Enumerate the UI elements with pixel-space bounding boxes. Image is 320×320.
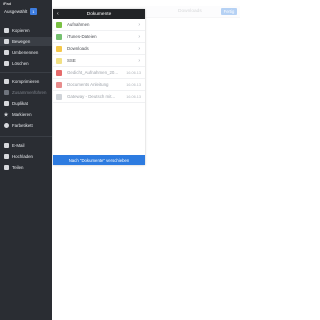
folder-icon — [56, 45, 62, 52]
file-icon — [56, 69, 62, 76]
tag-icon — [0, 123, 12, 128]
file-date: 16.06.13 — [126, 95, 141, 99]
folder-icon — [56, 21, 62, 28]
device-label: iPad — [3, 1, 12, 6]
sidebar-item-label: Kopieren — [12, 28, 30, 33]
list-item-label: iTunes-Dateien — [67, 34, 97, 39]
list-item-label: Gateway - Deutsch mit... — [67, 94, 116, 99]
list-item[interactable]: iTunes-Dateien › — [53, 31, 145, 43]
sidebar-item-farbetikett[interactable]: Farbetikett — [0, 121, 52, 130]
sidebar-item-label: E-Mail — [12, 143, 25, 148]
sidebar-item-bewegen[interactable]: Bewegen — [0, 37, 52, 46]
list-item: Gedicht_Aufnahmen_20... 16.06.13 — [53, 67, 145, 79]
sidebar-item-teilen[interactable]: Teilen — [0, 163, 52, 172]
file-icon — [56, 93, 62, 100]
sidebar-header: Ausgewählt 1 — [4, 7, 37, 15]
move-destination-panel: ‹ Dokumente Aufnahmen › iTunes-Dateien ›… — [53, 9, 145, 165]
list-item[interactable]: SSE › — [53, 55, 145, 67]
sidebar-item-komprimieren[interactable]: Komprimieren — [0, 77, 52, 86]
file-date: 16.06.13 — [126, 83, 141, 87]
mail-icon — [0, 143, 12, 148]
upload-icon — [0, 154, 12, 159]
sidebar-item-label: Bewegen — [12, 39, 31, 44]
list-item-label: Documents Anleitung — [67, 82, 109, 87]
star-icon — [0, 112, 12, 117]
sidebar-item-loeschen[interactable]: Löschen — [0, 59, 52, 68]
list-item-label: Gedicht_Aufnahmen_20... — [67, 70, 119, 75]
destination-list: Aufnahmen › iTunes-Dateien › Downloads ›… — [53, 19, 145, 103]
selection-count-badge: 1 — [30, 7, 37, 15]
chevron-right-icon: › — [138, 22, 140, 28]
sidebar-item-hochladen[interactable]: Hochladen — [0, 152, 52, 161]
trash-icon — [0, 61, 12, 66]
move-icon — [0, 39, 12, 44]
sidebar-item-label: Farbetikett — [12, 123, 33, 128]
list-item-label: Aufnahmen — [67, 22, 90, 27]
back-icon[interactable]: ‹ — [57, 11, 59, 17]
list-item[interactable]: Aufnahmen › — [53, 19, 145, 31]
sidebar-item-label: Komprimieren — [12, 79, 40, 84]
panel-header: ‹ Dokumente — [53, 9, 145, 19]
panel-title: Dokumente — [86, 11, 112, 17]
sidebar-divider — [0, 136, 52, 137]
sidebar-item-label: Teilen — [12, 165, 24, 170]
folder-icon — [56, 33, 62, 40]
sidebar: Ausgewählt 1 Kopieren Bewegen Umbenennen… — [0, 0, 52, 320]
folder-icon — [56, 57, 62, 64]
sidebar-item-label: Umbenennen — [12, 50, 39, 55]
chevron-right-icon: › — [138, 34, 140, 40]
compress-icon — [0, 79, 12, 84]
list-item: Documents Anleitung 16.06.13 — [53, 79, 145, 91]
sidebar-item-label: Duplikat — [12, 101, 28, 106]
sidebar-item-label: Markieren — [12, 112, 32, 117]
sidebar-item-umbenennen[interactable]: Umbenennen — [0, 48, 52, 57]
sidebar-item-kopieren[interactable]: Kopieren — [0, 26, 52, 35]
sidebar-item-email[interactable]: E-Mail — [0, 141, 52, 150]
sidebar-item-label: Löschen — [12, 61, 29, 66]
sidebar-item-zusammenfuehren[interactable]: Zusammenführen — [0, 88, 52, 97]
copy-icon — [0, 28, 12, 33]
share-icon — [0, 165, 12, 170]
file-date: 16.06.13 — [126, 71, 141, 75]
sidebar-title: Ausgewählt — [4, 8, 28, 14]
chevron-right-icon: › — [138, 46, 140, 52]
list-item: Gateway - Deutsch mit... 16.06.13 — [53, 91, 145, 103]
sidebar-item-label: Hochladen — [12, 154, 33, 159]
duplicate-icon — [0, 101, 12, 106]
file-icon — [56, 81, 62, 88]
list-item-label: SSE — [67, 58, 76, 63]
sidebar-item-label: Zusammenführen — [12, 90, 47, 95]
merge-icon — [0, 90, 12, 95]
rename-icon — [0, 50, 12, 55]
list-item-label: Downloads — [67, 46, 89, 51]
sidebar-divider — [0, 72, 52, 73]
list-item[interactable]: Downloads › — [53, 43, 145, 55]
sidebar-item-markieren[interactable]: Markieren — [0, 110, 52, 119]
chevron-right-icon: › — [138, 58, 140, 64]
move-here-button[interactable]: Nach "Dokumente" verschieben — [53, 155, 145, 165]
sidebar-item-duplikat[interactable]: Duplikat — [0, 99, 52, 108]
